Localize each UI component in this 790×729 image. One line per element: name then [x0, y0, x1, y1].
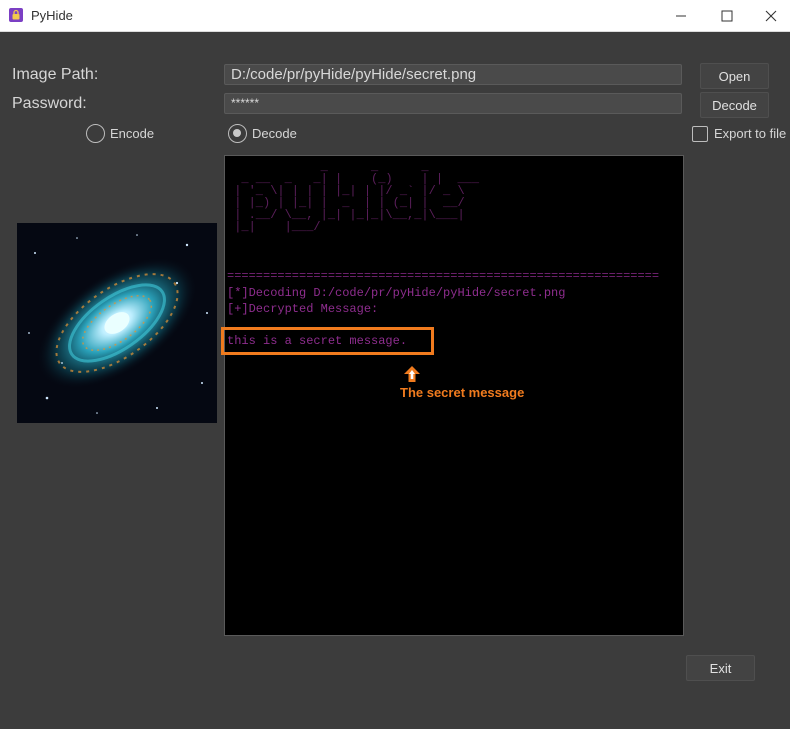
decode-radio-label[interactable]: Decode [252, 126, 297, 141]
image-path-label: Image Path: [12, 66, 99, 83]
maximize-button[interactable] [704, 0, 750, 31]
galaxy-image [17, 223, 217, 423]
console-separator: ========================================… [227, 269, 660, 283]
console-line-decoding: [*]Decoding D:/code/pr/pyHide/pyHide/sec… [227, 286, 566, 300]
minimize-icon [676, 15, 686, 16]
encode-radio[interactable] [86, 124, 105, 143]
export-checkbox[interactable] [692, 126, 708, 142]
annotation-label: The secret message [400, 385, 525, 400]
decode-radio[interactable] [228, 124, 247, 143]
export-checkbox-label[interactable]: Export to file [714, 126, 786, 141]
secret-message-highlight [221, 327, 434, 355]
close-icon [765, 10, 777, 21]
window-title: PyHide [31, 8, 73, 23]
image-preview [17, 223, 217, 423]
password-label: Password: [12, 95, 87, 112]
arrow-up-icon [404, 366, 420, 382]
title-bar: PyHide [0, 0, 790, 32]
minimize-button[interactable] [658, 0, 704, 31]
open-button[interactable]: Open [700, 63, 769, 89]
pyhide-ascii-logo: _ _ _ _ __ _ _| | (_) | | ___ | '_ \| | … [234, 160, 480, 234]
radio-selected-dot [233, 129, 241, 137]
lock-icon [9, 8, 23, 22]
decode-button[interactable]: Decode [700, 92, 769, 118]
image-path-input[interactable]: D:/code/pr/pyHide/pyHide/secret.png [224, 64, 682, 85]
encode-radio-label[interactable]: Encode [110, 126, 154, 141]
password-input[interactable]: ****** [224, 93, 682, 114]
exit-button[interactable]: Exit [686, 655, 755, 681]
maximize-icon [721, 10, 733, 21]
console-line-decrypted: [+]Decrypted Message: [227, 302, 379, 316]
close-button[interactable] [748, 0, 790, 31]
